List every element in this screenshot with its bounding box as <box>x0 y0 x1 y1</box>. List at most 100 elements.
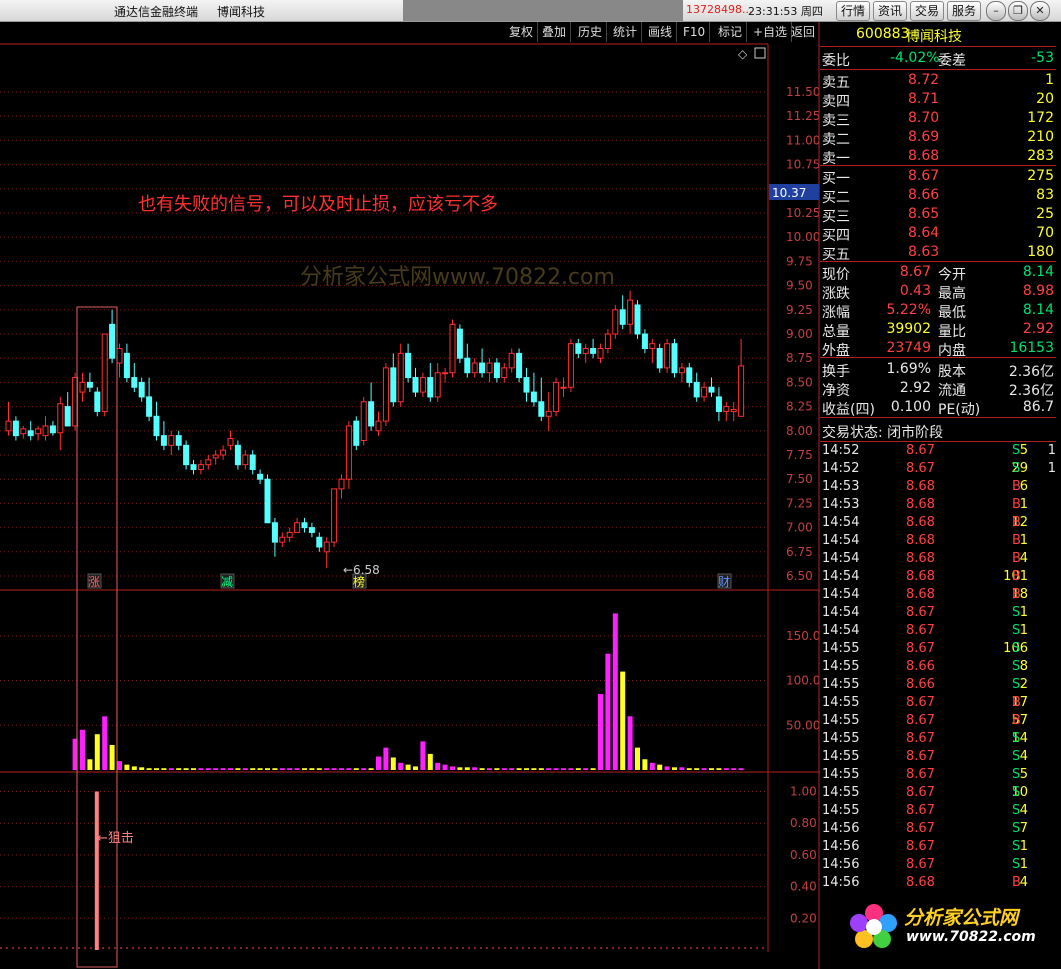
volume-bar <box>435 762 441 770</box>
volume-bar <box>376 756 381 770</box>
trade-button[interactable]: 交易 <box>910 1 945 21</box>
tick-price: 8.68 <box>906 515 935 530</box>
tick-side: B <box>1012 515 1021 530</box>
volume-bar <box>501 768 507 770</box>
ask-label: 卖二 <box>822 132 850 148</box>
candle-body <box>419 377 426 393</box>
candle-body <box>619 309 626 325</box>
volume-bar <box>324 768 330 770</box>
stat-label: 总量 <box>822 324 850 340</box>
stat-label: 涨跌 <box>822 286 850 302</box>
minimize-icon[interactable]: – <box>986 1 1006 21</box>
kline-chart[interactable]: 11.5011.2511.0010.7510.5010.2510.009.759… <box>0 22 820 969</box>
tick-side: S <box>1012 731 1021 746</box>
candle-body <box>175 435 182 446</box>
price-tick-label: 11.50 <box>786 85 820 99</box>
volume-bar <box>479 768 485 770</box>
volume-bar <box>420 741 426 770</box>
tick-time: 14:56 <box>822 857 860 872</box>
volume-bar <box>442 764 448 770</box>
tick-volume: 1 <box>1019 605 1028 620</box>
stat-label: 今开 <box>938 267 966 283</box>
volume-bar <box>561 768 566 770</box>
bid-price: 8.64 <box>908 225 940 241</box>
price-tick-label: 7.25 <box>786 496 813 510</box>
title-tabs-area[interactable] <box>403 0 683 21</box>
volume-bar <box>546 768 552 770</box>
tick-volume: 4 <box>1019 749 1028 764</box>
volume-bar <box>642 759 648 770</box>
ask-volume: 20 <box>1036 91 1054 107</box>
volume-bar <box>257 768 263 770</box>
settings-diamond-icon[interactable]: ◇ <box>738 47 748 61</box>
tick-extra: 1 <box>1047 461 1056 476</box>
restore-icon[interactable]: ❐ <box>1008 1 1028 21</box>
trade-status: 交易状态: 闭市阶段 <box>820 422 1056 441</box>
tick-price: 8.66 <box>906 659 935 674</box>
candle-body <box>42 425 49 437</box>
tick-price: 8.67 <box>906 461 935 476</box>
chart-frame <box>0 22 820 969</box>
candle-body <box>368 401 375 427</box>
ask-label: 卖四 <box>822 94 850 110</box>
volume-bar <box>220 768 226 770</box>
volume-bar <box>198 768 204 770</box>
volume-bar <box>686 768 692 770</box>
stat-value: 0.43 <box>899 283 931 299</box>
ask-row: 卖二 8.69 210 <box>820 129 1056 148</box>
candle-body <box>316 536 323 548</box>
site-logo: 分析家公式网 www.70822.com <box>848 897 1058 959</box>
tick-price: 8.67 <box>906 443 935 458</box>
candle-body <box>323 541 330 553</box>
weibi-label: 委比 <box>822 53 850 69</box>
volume-bar <box>716 768 722 770</box>
volume-bar <box>575 768 581 770</box>
volume-bar <box>205 768 211 770</box>
panel-toggle-icon[interactable] <box>754 47 766 59</box>
fund-row: 净资 2.92 流通 2.36亿 <box>820 380 1056 399</box>
volume-bar <box>272 768 278 770</box>
tick-side: B <box>1012 875 1021 890</box>
tick-row: 14:55 8.66 2 S <box>820 677 1056 695</box>
candle-body <box>664 343 671 369</box>
volume-bar <box>672 767 677 770</box>
candle-body <box>641 333 648 350</box>
volume-bar <box>265 768 270 770</box>
tick-price: 8.68 <box>906 497 935 512</box>
volume-bar <box>80 729 85 770</box>
tick-time: 14:56 <box>822 875 860 890</box>
tick-side: S <box>1012 839 1021 854</box>
weibi-value: -4.02% <box>890 50 940 66</box>
stat-value: 2.92 <box>1022 321 1054 337</box>
news-button[interactable]: 资讯 <box>873 1 908 21</box>
tick-time: 14:55 <box>822 659 860 674</box>
market-button[interactable]: 行情 <box>836 1 871 21</box>
tick-price: 8.67 <box>906 749 935 764</box>
price-tick-label: 9.00 <box>786 327 813 341</box>
stat-value: 8.14 <box>1022 264 1054 280</box>
fund-value: 2.92 <box>899 380 931 396</box>
tick-price: 8.68 <box>906 569 935 584</box>
price-tick-label: 11.25 <box>786 109 820 123</box>
volume-bar <box>368 768 374 770</box>
stock-name: 博闻科技 <box>906 29 962 45</box>
close-icon[interactable]: ✕ <box>1030 1 1050 21</box>
bid-volume: 25 <box>1036 206 1054 222</box>
candle-body <box>197 464 204 471</box>
candle-body <box>212 454 219 459</box>
candle-body <box>597 348 604 359</box>
volume-bar <box>154 768 159 770</box>
volume-bar <box>568 768 574 770</box>
candle-body <box>64 406 71 427</box>
tick-row: 14:55 8.67 57 B <box>820 713 1056 731</box>
candle-body <box>560 386 567 389</box>
candle-body <box>301 522 308 529</box>
tick-side: B <box>1012 551 1021 566</box>
event-marker: 财 <box>718 575 730 589</box>
current-price-label: 10.37 <box>772 186 806 200</box>
candle-body <box>375 420 382 432</box>
volume-bar <box>583 768 589 770</box>
candle-body <box>264 478 271 524</box>
tick-time: 14:54 <box>822 551 860 566</box>
service-button[interactable]: 服务 <box>947 1 982 21</box>
